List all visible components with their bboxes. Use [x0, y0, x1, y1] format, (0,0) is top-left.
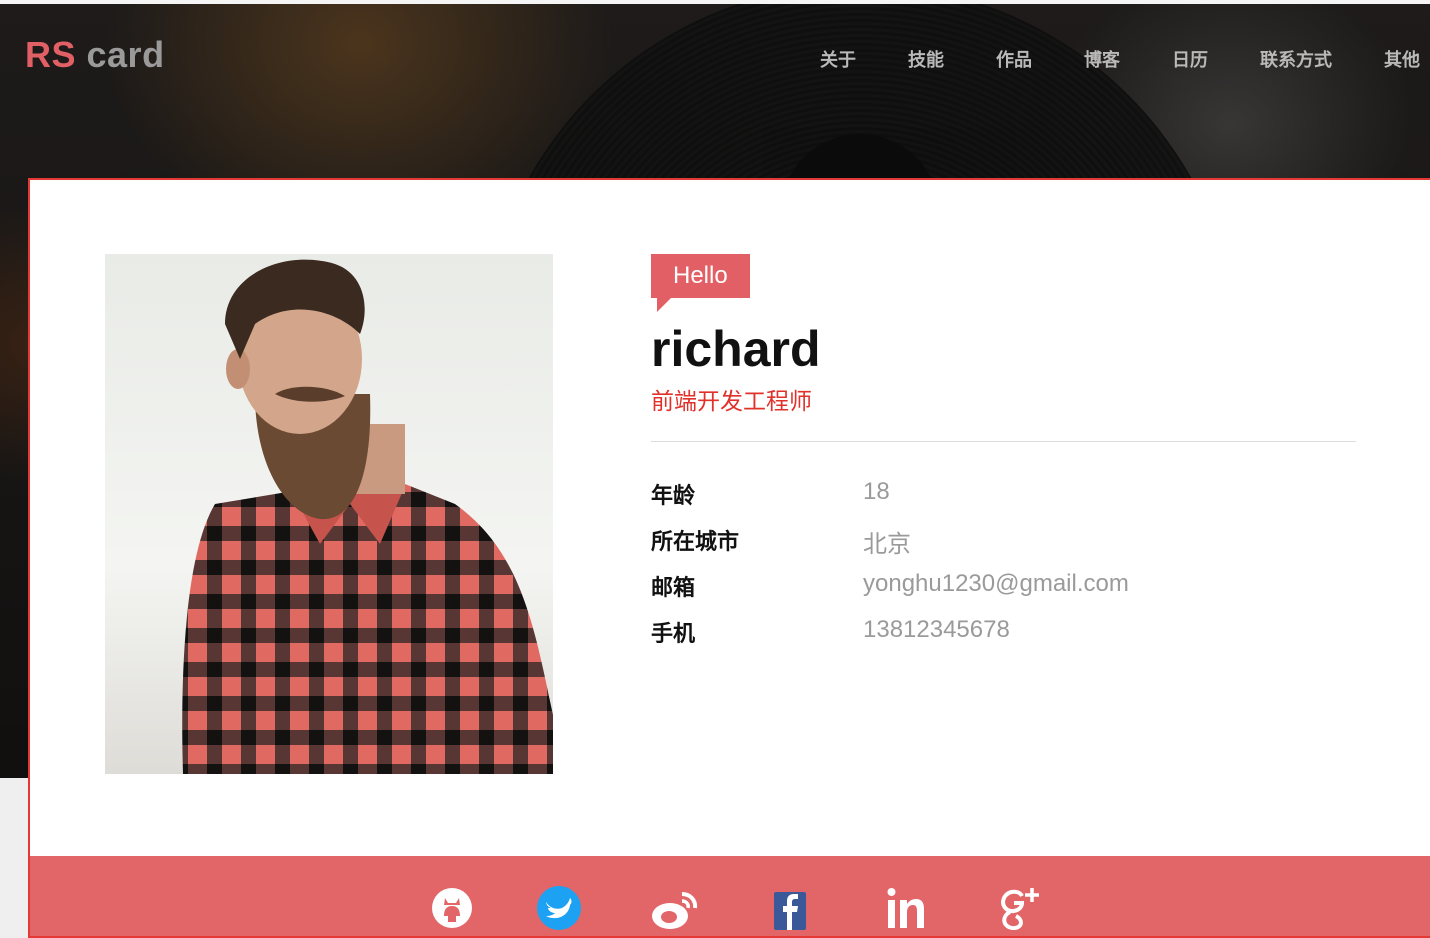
nav-blog[interactable]: 博客 [1084, 46, 1120, 72]
info-label: 手机 [651, 622, 696, 647]
nav-calendar[interactable]: 日历 [1172, 46, 1208, 72]
info-row-phone: 手机 13812345678 [651, 616, 1129, 662]
profile-card: Hello richard 前端开发工程师 年龄 18 所在城市 北京 邮箱 y… [28, 178, 1430, 938]
info-value: 18 [863, 478, 890, 505]
google-plus-icon[interactable] [996, 886, 1046, 930]
nav-skills[interactable]: 技能 [908, 46, 944, 72]
social-bar [28, 856, 1430, 936]
github-icon[interactable] [430, 886, 474, 930]
info-value: 13812345678 [863, 616, 1010, 643]
weibo-icon[interactable] [650, 886, 698, 930]
info-row-age: 年龄 18 [651, 478, 1129, 524]
logo-card: card [76, 34, 165, 75]
main-nav: 关于 技能 作品 博客 日历 联系方式 其他 [768, 46, 1420, 72]
nav-contact[interactable]: 联系方式 [1260, 46, 1332, 72]
info-label: 所在城市 [651, 530, 740, 555]
info-value: yonghu1230@gmail.com [863, 570, 1129, 597]
nav-works[interactable]: 作品 [996, 46, 1032, 72]
site-logo[interactable]: RS card [25, 34, 165, 76]
info-label: 年龄 [651, 484, 696, 509]
info-row-city: 所在城市 北京 [651, 524, 1129, 570]
facebook-icon[interactable] [774, 886, 806, 930]
twitter-icon[interactable] [536, 886, 582, 930]
nav-about[interactable]: 关于 [820, 46, 856, 72]
profile-name: richard [651, 321, 821, 377]
profile-title: 前端开发工程师 [651, 389, 812, 415]
greeting-badge: Hello [651, 254, 750, 312]
linkedin-icon[interactable] [886, 886, 926, 930]
profile-photo [105, 254, 553, 774]
divider [651, 441, 1356, 442]
profile-info-list: 年龄 18 所在城市 北京 邮箱 yonghu1230@gmail.com 手机… [651, 478, 1129, 662]
info-value: 北京 [863, 531, 911, 558]
logo-rs: RS [25, 34, 77, 75]
info-row-email: 邮箱 yonghu1230@gmail.com [651, 570, 1129, 616]
nav-other[interactable]: 其他 [1384, 46, 1420, 72]
profile-photo-illustration [182, 259, 553, 774]
info-label: 邮箱 [651, 576, 696, 601]
